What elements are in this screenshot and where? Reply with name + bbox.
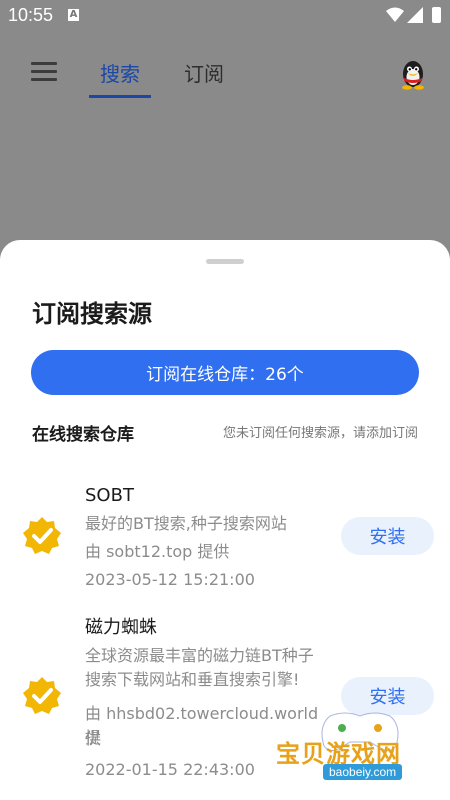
subscribe-online-repo-button[interactable]: 订阅在线仓库：26个 [31,350,419,395]
qq-penguin-icon[interactable] [398,58,428,90]
battery-icon [432,7,441,23]
item-description-line-2: 搜索下载网站和垂直搜索引擎! [85,670,300,689]
item-description-line-1: 全球资源最丰富的磁力链BT种子 [85,646,314,665]
tab-search[interactable]: 搜索 [100,58,140,87]
cellular-icon [407,7,423,23]
verified-badge-icon [23,677,61,714]
sheet-title: 订阅搜索源 [32,300,152,328]
section-hint: 您未订阅任何搜索源，请添加订阅 [222,426,418,441]
verified-badge-icon [23,517,61,554]
status-bar: 10:55 A [0,0,450,32]
status-time: 10:55 [8,5,54,25]
item-date: 2023-05-12 15:21:00 [85,570,255,589]
item-name: SOBT [85,485,134,506]
install-button[interactable]: 安装 [341,517,434,555]
section-title: 在线搜索仓库 [32,425,134,445]
top-app-bar: 搜索 订阅 [0,40,450,106]
notification-a-icon: A [68,9,79,21]
watermark-url: baobeiy.com [323,764,403,780]
drag-handle[interactable] [206,259,244,264]
wifi-icon [386,7,404,22]
item-provider: 由 sobt12.top 提供 [85,542,230,561]
menu-icon[interactable] [31,62,57,82]
item-description: 最好的BT搜索,种子搜索网站 [85,514,287,533]
tab-subscribe[interactable]: 订阅 [184,58,224,87]
item-name: 磁力蜘蛛 [85,617,157,638]
tab-indicator [89,95,151,98]
